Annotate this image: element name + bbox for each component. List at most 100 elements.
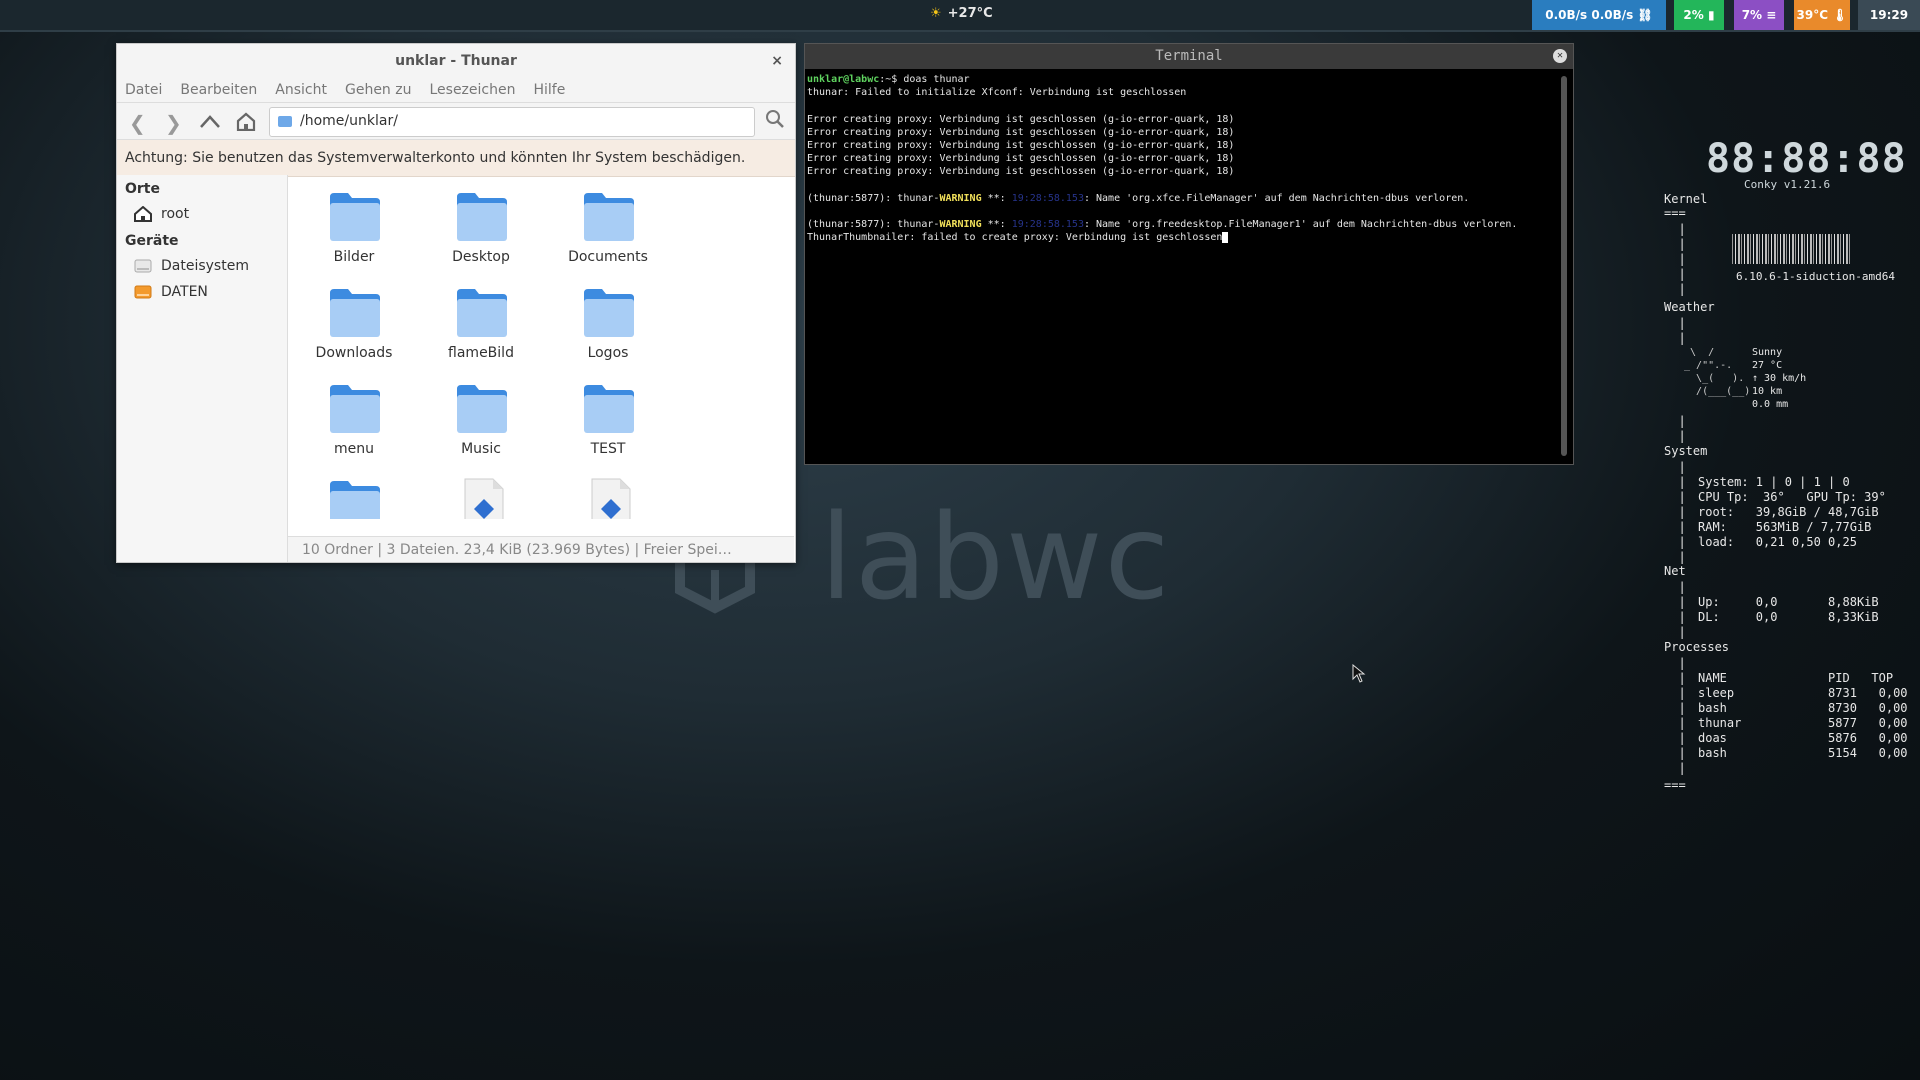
back-icon[interactable]: ❮ <box>129 111 146 135</box>
toolbar: ❮ ❯ /home/unklar/ <box>117 103 795 140</box>
warning-timestamp: 19:28:58.153 <box>1011 192 1084 204</box>
conky-clock: 88:88:88 <box>1706 136 1907 182</box>
conky-tree-line: | | | | <box>1678 580 1686 639</box>
warning-timestamp: 19:28:58.153 <box>1011 219 1084 231</box>
file-item[interactable]: Logos <box>544 275 672 371</box>
file-item[interactable] <box>544 467 672 519</box>
sidebar-item-label: Dateisystem <box>161 258 249 274</box>
file-item[interactable]: TEST <box>544 371 672 467</box>
conky-separator: === <box>1664 206 1686 220</box>
terminal-scrollbar[interactable] <box>1561 76 1567 456</box>
conky-tree-line: | | <box>1678 316 1686 345</box>
battery-icon: ▮ <box>1707 8 1715 22</box>
location-path: /home/unklar/ <box>300 113 398 129</box>
conky-tree-line: | | | | | <box>1678 222 1686 296</box>
kernel-barcode-icon <box>1732 234 1852 264</box>
file-name: TEST <box>590 441 626 457</box>
prompt-user: unklar@labwc <box>807 74 880 85</box>
terminal-line: Error creating proxy: Verbindung ist ges… <box>807 126 1235 138</box>
file-item[interactable]: Desktop <box>417 179 545 275</box>
clock[interactable]: 19:29 <box>1858 0 1920 30</box>
file-item[interactable] <box>290 467 418 519</box>
terminal-titlebar[interactable]: Terminal ✕ <box>805 44 1573 69</box>
menu-datei[interactable]: Datei <box>125 78 162 102</box>
memory-indicator[interactable]: 7% ≡ <box>1734 0 1784 30</box>
conky-separator: === <box>1664 778 1686 792</box>
menu-hilfe[interactable]: Hilfe <box>533 78 565 102</box>
file-name: Documents <box>568 249 648 265</box>
file-item[interactable]: Bilder <box>290 179 418 275</box>
file-name: Logos <box>587 345 629 361</box>
file-item[interactable]: Downloads <box>290 275 418 371</box>
menu-lines-icon: ≡ <box>1766 8 1777 22</box>
thermometer-icon: 🌡 <box>1832 8 1848 22</box>
sidebar-header-devices: Geräte <box>125 233 179 249</box>
menu-ansicht[interactable]: Ansicht <box>275 78 327 102</box>
terminal-title: Terminal <box>1155 48 1223 64</box>
file-item[interactable]: Documents <box>544 179 672 275</box>
file-item[interactable]: Music <box>417 371 545 467</box>
up-icon[interactable] <box>199 113 221 129</box>
location-bar[interactable]: /home/unklar/ <box>269 107 755 137</box>
conky-net-header: Net <box>1664 564 1686 578</box>
conky-weather-header: Weather <box>1664 300 1715 314</box>
folder-icon <box>330 289 380 337</box>
file-item[interactable]: menu <box>290 371 418 467</box>
folder-icon <box>457 385 507 433</box>
search-icon[interactable] <box>765 109 785 129</box>
sidebar-item-daten[interactable]: DATEN <box>117 279 287 305</box>
conky-tree-line: | | | | | | | <box>1678 460 1686 564</box>
warning-word: WARNING <box>939 192 982 204</box>
menu-lesezeichen[interactable]: Lesezeichen <box>429 78 515 102</box>
sidebar-item-root[interactable]: root <box>117 201 287 227</box>
file-grid[interactable]: Bilder Desktop Documents Downloads flameBild… <box>288 175 793 519</box>
folder-icon <box>584 289 634 337</box>
warning-mid: **: <box>981 219 1012 231</box>
home-icon <box>134 206 152 222</box>
sidebar: Orte root Geräte Dateisystem DATEN <box>117 175 288 562</box>
desktop-logo-text: labwc <box>820 488 1172 626</box>
close-icon[interactable]: × <box>771 44 783 78</box>
temperature-text: 39°C <box>1796 8 1829 22</box>
sun-icon: ☀ <box>930 6 942 21</box>
network-speed-text: 0.0B/s 0.0B/s <box>1545 8 1634 22</box>
thunar-window[interactable]: unklar - Thunar × Datei Bearbeiten Ansic… <box>116 43 796 563</box>
menu-bearbeiten[interactable]: Bearbeiten <box>180 78 257 102</box>
terminal-window[interactable]: Terminal ✕ unklar@labwc:~$ doas thunar t… <box>804 43 1574 465</box>
menubar: Datei Bearbeiten Ansicht Gehen zu Leseze… <box>117 78 795 103</box>
folder-icon <box>584 385 634 433</box>
file-item[interactable]: flameBild <box>417 275 545 371</box>
file-item[interactable] <box>417 467 545 519</box>
conky-process-table: NAME PID TOP sleep 8731 0,00 bash 8730 0… <box>1698 671 1908 760</box>
terminal-output[interactable]: unklar@labwc:~$ doas thunar thunar: Fail… <box>805 69 1573 245</box>
network-speed[interactable]: 0.0B/s 0.0B/s ⛓ <box>1532 0 1666 30</box>
home-icon[interactable] <box>235 111 257 131</box>
sidebar-header-places: Orte <box>125 181 160 197</box>
forward-icon[interactable]: ❯ <box>165 111 182 135</box>
status-bar: 10 Ordner | 3 Dateien. 23,4 KiB (23.969 … <box>288 536 794 562</box>
warning-mid: **: <box>981 192 1012 204</box>
temperature-indicator[interactable]: 39°C 🌡 <box>1794 0 1850 30</box>
folder-icon <box>457 289 507 337</box>
terminal-line: Error creating proxy: Verbindung ist ges… <box>807 113 1235 125</box>
battery-indicator[interactable]: 2% ▮ <box>1674 0 1724 30</box>
text-cursor <box>1222 231 1229 243</box>
file-name: menu <box>334 441 374 457</box>
warning-word: WARNING <box>939 219 982 231</box>
terminal-line: Error creating proxy: Verbindung ist ges… <box>807 140 1235 152</box>
link-icon: ⛓ <box>1637 8 1653 22</box>
window-title: unklar - Thunar <box>395 53 517 69</box>
sidebar-item-dateisystem[interactable]: Dateisystem <box>117 253 287 279</box>
menu-gehen-zu[interactable]: Gehen zu <box>345 78 412 102</box>
warning-message: : Name 'org.xfce.FileManager' auf dem Na… <box>1083 192 1470 204</box>
thunar-titlebar[interactable]: unklar - Thunar × <box>117 44 795 78</box>
conky-version: Conky v1.21.6 <box>1744 178 1831 191</box>
folder-icon <box>457 193 507 241</box>
sidebar-item-label: root <box>161 206 190 222</box>
weather-widget[interactable]: ☀ +27°C <box>930 6 993 21</box>
folder-icon <box>278 116 292 127</box>
terminal-line: Error creating proxy: Verbindung ist ges… <box>807 153 1235 165</box>
weather-temp: +27°C <box>947 6 993 21</box>
close-icon[interactable]: ✕ <box>1553 49 1567 63</box>
battery-text: 2% <box>1683 8 1704 22</box>
